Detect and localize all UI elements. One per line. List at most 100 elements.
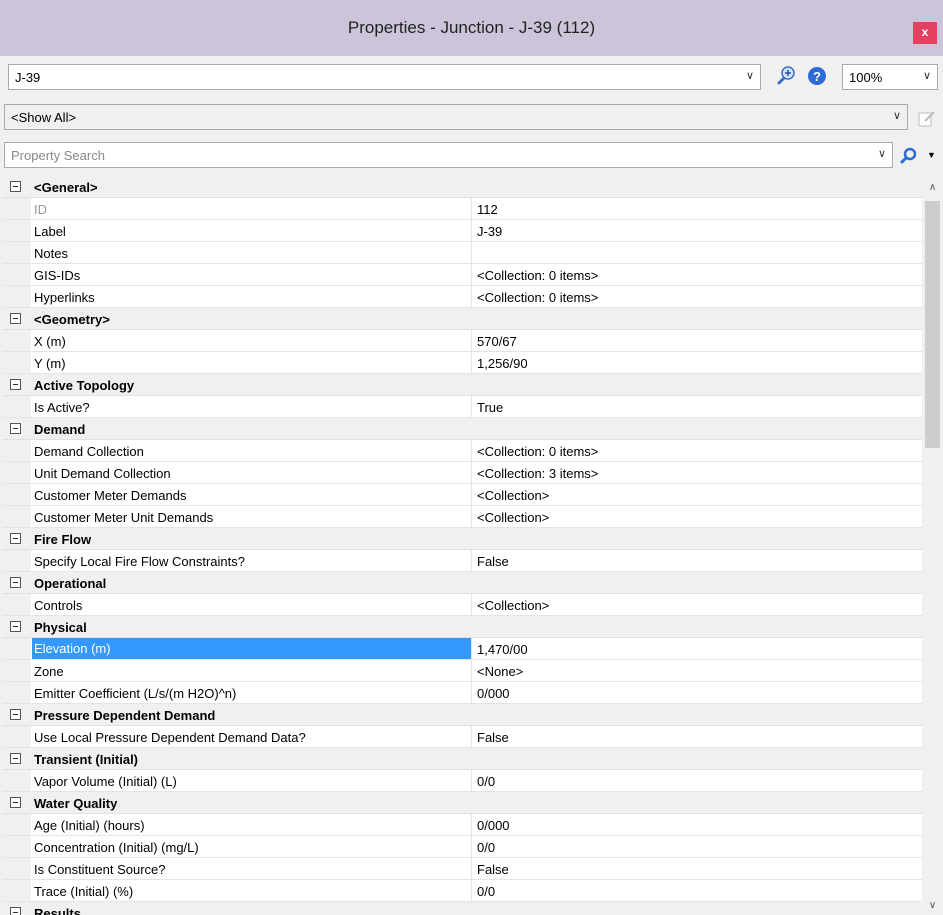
- search-options-arrow-icon[interactable]: ▼: [927, 150, 936, 160]
- property-row[interactable]: Zone <None>: [3, 660, 922, 682]
- property-value[interactable]: 570/67: [477, 334, 517, 349]
- element-selector[interactable]: J-39 ∨: [8, 64, 761, 90]
- chevron-down-icon[interactable]: ∨: [923, 69, 931, 82]
- category-row[interactable]: Physical: [3, 616, 922, 638]
- category-row[interactable]: Fire Flow: [3, 528, 922, 550]
- property-value[interactable]: 0/0: [477, 774, 495, 789]
- property-value[interactable]: <Collection>: [477, 488, 549, 503]
- property-value[interactable]: <Collection>: [477, 510, 549, 525]
- column-divider: [471, 682, 472, 703]
- zoom-select[interactable]: 100% ∨: [842, 64, 938, 90]
- property-row[interactable]: Customer Meter Demands <Collection>: [3, 484, 922, 506]
- category-label: Transient (Initial): [34, 752, 139, 767]
- scrollbar-thumb[interactable]: [925, 201, 940, 448]
- chevron-down-icon[interactable]: ∨: [878, 147, 886, 160]
- collapse-icon[interactable]: [10, 753, 21, 764]
- category-row[interactable]: Water Quality: [3, 792, 922, 814]
- property-row[interactable]: Concentration (Initial) (mg/L) 0/0: [3, 836, 922, 858]
- property-row[interactable]: Use Local Pressure Dependent Demand Data…: [3, 726, 922, 748]
- property-value[interactable]: 1,470/00: [477, 642, 528, 657]
- property-value[interactable]: J-39: [477, 224, 502, 239]
- category-row[interactable]: Operational: [3, 572, 922, 594]
- collapse-icon[interactable]: [10, 533, 21, 544]
- property-row[interactable]: Label J-39: [3, 220, 922, 242]
- property-value[interactable]: <Collection>: [477, 598, 549, 613]
- collapse-icon[interactable]: [10, 577, 21, 588]
- property-value[interactable]: False: [477, 730, 509, 745]
- property-row[interactable]: X (m) 570/67: [3, 330, 922, 352]
- column-divider: [471, 286, 472, 307]
- vertical-scrollbar[interactable]: ∧ ∨: [922, 176, 943, 915]
- property-name: Hyperlinks: [34, 290, 95, 305]
- property-row[interactable]: Is Active? True: [3, 396, 922, 418]
- scroll-down-icon[interactable]: ∨: [922, 900, 943, 911]
- filter-toolbar: <Show All> ∨: [0, 102, 943, 134]
- collapse-icon[interactable]: [10, 907, 21, 915]
- category-label: Operational: [34, 576, 107, 591]
- property-row[interactable]: ID 112: [3, 198, 922, 220]
- property-value[interactable]: True: [477, 400, 503, 415]
- category-row[interactable]: Results: [3, 902, 922, 915]
- column-divider: [471, 836, 472, 857]
- property-row[interactable]: Controls <Collection>: [3, 594, 922, 616]
- close-button[interactable]: x: [913, 22, 937, 44]
- scroll-up-icon[interactable]: ∧: [922, 182, 943, 193]
- property-value[interactable]: 0/000: [477, 818, 510, 833]
- search-icon[interactable]: [898, 145, 920, 167]
- chevron-down-icon[interactable]: ∨: [746, 69, 754, 82]
- property-row[interactable]: Vapor Volume (Initial) (L) 0/0: [3, 770, 922, 792]
- property-value[interactable]: 0/000: [477, 686, 510, 701]
- property-row[interactable]: Unit Demand Collection <Collection: 3 ite…: [3, 462, 922, 484]
- collapse-icon[interactable]: [10, 423, 21, 434]
- element-selector-value: J-39: [15, 70, 41, 85]
- property-row[interactable]: Trace (Initial) (%) 0/0: [3, 880, 922, 902]
- category-row[interactable]: Active Topology: [3, 374, 922, 396]
- property-row[interactable]: Hyperlinks <Collection: 0 items>: [3, 286, 922, 308]
- collapse-icon[interactable]: [10, 709, 21, 720]
- category-row[interactable]: Pressure Dependent Demand: [3, 704, 922, 726]
- category-label: <General>: [34, 180, 98, 195]
- chevron-down-icon[interactable]: ∨: [893, 109, 901, 122]
- property-value[interactable]: 112: [477, 202, 498, 217]
- property-name: Emitter Coefficient (L/s/(m H2O)^n): [34, 686, 237, 701]
- property-value[interactable]: <Collection: 3 items>: [477, 466, 598, 481]
- property-value[interactable]: <Collection: 0 items>: [477, 444, 598, 459]
- property-row[interactable]: Customer Meter Unit Demands <Collection>: [3, 506, 922, 528]
- property-value[interactable]: False: [477, 862, 509, 877]
- column-divider: [471, 814, 472, 835]
- collapse-icon[interactable]: [10, 797, 21, 808]
- property-row[interactable]: Emitter Coefficient (L/s/(m H2O)^n) 0/000: [3, 682, 922, 704]
- category-row[interactable]: Transient (Initial): [3, 748, 922, 770]
- property-value[interactable]: <None>: [477, 664, 523, 679]
- collapse-icon[interactable]: [10, 313, 21, 324]
- property-row[interactable]: Elevation (m) 1,470/00: [3, 638, 922, 660]
- category-row[interactable]: Demand: [3, 418, 922, 440]
- property-value[interactable]: False: [477, 554, 509, 569]
- property-value[interactable]: 0/0: [477, 840, 495, 855]
- column-divider: [471, 264, 472, 285]
- property-row[interactable]: Notes: [3, 242, 922, 264]
- category-row[interactable]: <General>: [3, 176, 922, 198]
- collapse-icon[interactable]: [10, 181, 21, 192]
- property-row[interactable]: Demand Collection <Collection: 0 items>: [3, 440, 922, 462]
- help-icon[interactable]: ?: [806, 65, 828, 87]
- property-row[interactable]: Is Constituent Source? False: [3, 858, 922, 880]
- filter-select[interactable]: <Show All> ∨: [4, 104, 908, 130]
- property-name: GIS-IDs: [34, 268, 81, 283]
- find-zoom-icon[interactable]: [775, 65, 797, 87]
- property-row[interactable]: Specify Local Fire Flow Constraints? Fals…: [3, 550, 922, 572]
- property-search-input[interactable]: Property Search ∨: [4, 142, 893, 168]
- property-value[interactable]: <Collection: 0 items>: [477, 268, 598, 283]
- collapse-icon[interactable]: [10, 379, 21, 390]
- property-row[interactable]: Age (Initial) (hours) 0/000: [3, 814, 922, 836]
- property-row[interactable]: Y (m) 1,256/90: [3, 352, 922, 374]
- edit-filter-icon[interactable]: [916, 108, 938, 130]
- category-row[interactable]: <Geometry>: [3, 308, 922, 330]
- property-value[interactable]: 1,256/90: [477, 356, 528, 371]
- property-value[interactable]: <Collection: 0 items>: [477, 290, 598, 305]
- column-divider: [471, 660, 472, 681]
- property-row[interactable]: GIS-IDs <Collection: 0 items>: [3, 264, 922, 286]
- property-value[interactable]: 0/0: [477, 884, 495, 899]
- collapse-icon[interactable]: [10, 621, 21, 632]
- row-margin: [3, 506, 31, 527]
